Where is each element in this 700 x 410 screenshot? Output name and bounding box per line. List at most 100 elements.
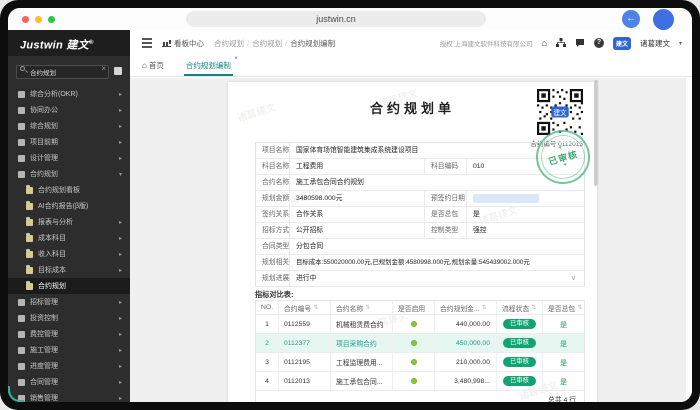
table-row[interactable]: 1 0112559 机械租赁费合约 440,000.00 已审核 是 [256, 315, 584, 334]
compare-table-caption: 指标对比表: [255, 290, 294, 299]
enabled-dot-icon [410, 378, 417, 384]
user-menu[interactable]: 诸葛建文 [640, 38, 670, 49]
table-footer-count: 总共 4 行 [548, 397, 576, 402]
enabled-dot-icon [410, 321, 417, 327]
sort-column[interactable]: 合约规划金... [434, 301, 496, 314]
contract-planning-sheet: 诸葛建文 诸葛建文 诸葛建文 诸葛建文 诸葛建文 诸葛建文 合约规划单 建文 合… [228, 82, 597, 402]
sidebar-search-input[interactable] [16, 65, 109, 79]
breadcrumb: 合约规划 / 合约规划 / 合约规划编制 [214, 38, 336, 48]
sidebar-item-okr-analysis[interactable]: 综合分析(OKR) [8, 86, 130, 102]
sidebar-item-collaboration[interactable]: 协同办公 [8, 102, 130, 118]
sort-column[interactable]: 合约名称 [330, 301, 392, 314]
contract-form: 项目名称 国家体育场馆智能建筑集成系统建设项目 科目名称 工程费用 科目编码 0… [255, 142, 585, 287]
content-area: 诸葛建文 诸葛建文 诸葛建文 诸葛建文 诸葛建文 诸葛建文 合约规划单 建文 合… [130, 78, 686, 402]
breadcrumb-current: 合约规划编制 [290, 38, 336, 48]
minimize-window-icon[interactable] [35, 15, 42, 23]
sidebar-item-cost-subjects[interactable]: 成本科目 [8, 230, 130, 246]
message-icon[interactable] [575, 38, 585, 48]
chevron-down-icon[interactable]: ∨ [571, 271, 576, 287]
address-bar[interactable]: justwin.cn [186, 11, 486, 27]
help-icon[interactable]: ? [593, 38, 604, 48]
close-tab-icon[interactable]: × [234, 56, 238, 62]
sidebar-item-ai-report[interactable]: AI合约报告(β版) [8, 198, 130, 214]
sidebar-item-planning-board[interactable]: 合约规划看板 [8, 182, 130, 198]
maximize-window-icon[interactable] [48, 15, 55, 23]
app-logo: Justwin 建文® [8, 30, 130, 56]
table-row[interactable]: 3 0112195 工程监理费用... 210,000.00 已审核 是 [256, 353, 584, 372]
chevron-down-icon[interactable]: ▾ [679, 40, 682, 47]
sidebar-item-design[interactable]: 设计管理 [8, 150, 130, 166]
expense-icon [18, 330, 25, 338]
hamburger-menu-icon[interactable] [142, 38, 152, 40]
form-row-amount: 规划金额 3480598.000元 预签约日期 [256, 191, 584, 207]
sidebar-item-project-early[interactable]: 项目前期 [8, 134, 130, 150]
folder-icon [26, 264, 33, 274]
project-icon [18, 138, 25, 146]
top-navigation-bar: 看板中心 合约规划 / 合约规划 / 合约规划编制 授权 上海建文软件科技有限公司 ⌂ … [130, 30, 692, 56]
qr-code: 建文 [537, 89, 583, 135]
form-row-contract-name: 合约名称 施工承包合同合约规划 [256, 175, 584, 191]
sidebar-item-bidding[interactable]: 招标管理 [8, 294, 130, 310]
enabled-dot-icon [410, 359, 417, 365]
svg-text:建文: 建文 [553, 108, 567, 117]
sidebar-item-contract-planning[interactable]: 合约规划 [8, 166, 130, 182]
sidebar-item-schedule[interactable]: 进度管理 [8, 358, 130, 374]
table-row[interactable]: 4 0112013 施工承包合同... 3,480,998... 已审核 是 [256, 372, 584, 391]
home-icon: ⌂ [142, 61, 147, 70]
compare-table: NO. 合约编号 合约名称 是否启用 合约规划金... 流程状态 是否总包 1 … [255, 300, 585, 402]
sidebar-item-target-cost[interactable]: 目标成本 [8, 262, 130, 278]
sidebar-item-general-planning[interactable]: 综合规划 [8, 118, 130, 134]
dashboard-link[interactable]: 看板中心 [174, 38, 204, 49]
sidebar-item-construction[interactable]: 施工管理 [8, 342, 130, 358]
folder-icon [26, 232, 33, 242]
sidebar-item-investment[interactable]: 投资控制 [8, 310, 130, 326]
planning-icon [18, 122, 25, 130]
status-badge: 已审核 [503, 356, 536, 368]
contract-icon [18, 170, 25, 178]
page-scrollbar[interactable] [594, 80, 598, 186]
sidebar-item-expense[interactable]: 费控管理 [8, 326, 130, 342]
tenant-badge: 建文 [612, 36, 631, 50]
authorization-label: 授权 上海建文软件科技有限公司 [439, 41, 533, 48]
sidebar-collapse-icon[interactable] [114, 67, 122, 75]
folder-icon [26, 248, 33, 258]
folder-icon [26, 216, 33, 226]
sidebar-item-reports-analysis[interactable]: 报表与分析 [8, 214, 130, 230]
progress-select[interactable]: 进行中 [296, 275, 316, 282]
browser-titlebar: justwin.cn ← [8, 8, 692, 30]
form-row-contract-type: 合同类型 分包合同 [256, 239, 584, 255]
sort-column[interactable]: 合约编号 [278, 301, 330, 314]
status-badge: 已审核 [503, 337, 536, 349]
construction-icon [18, 346, 25, 354]
table-row-selected[interactable]: 2 0112377 项目采购合约 450,000.00 已审核 是 [256, 334, 584, 353]
sort-column[interactable]: 是否总包 [542, 301, 584, 314]
org-chart-icon[interactable] [555, 38, 566, 48]
folder-icon [26, 184, 33, 194]
window-scrollbar-track[interactable] [686, 78, 692, 402]
sidebar-item-income-subjects[interactable]: 收入科目 [8, 246, 130, 262]
close-window-icon[interactable] [22, 15, 29, 23]
traffic-lights[interactable] [22, 15, 55, 23]
enabled-dot-icon [410, 340, 417, 346]
home-icon[interactable]: ⌂ [542, 38, 547, 48]
analysis-icon [18, 90, 25, 98]
contract-mgmt-icon [18, 378, 25, 386]
form-row-subject: 科目名称 工程费用 科目编码 010 [256, 159, 584, 175]
tab-contract-planning-edit[interactable]: 合约规划编制 × [183, 56, 238, 76]
clear-search-icon[interactable]: × [101, 63, 106, 75]
sort-column[interactable]: 流程状态 [496, 301, 542, 314]
sidebar-item-sales[interactable]: 销售管理 [8, 390, 130, 402]
sidebar-item-contract-planning-active[interactable]: 合约规划 [8, 278, 130, 294]
tab-home[interactable]: ⌂ 首页 [142, 60, 164, 76]
back-button[interactable]: ← [622, 10, 640, 28]
sidebar-menu: 综合分析(OKR) 协同办公 综合规划 项目前期 设计管理 合约规划 合约规划看… [8, 86, 130, 402]
tab-bar: ⌂ 首页 合约规划编制 × [130, 56, 692, 77]
presign-date-field[interactable] [473, 193, 539, 203]
breadcrumb-item[interactable]: 合约规划 [252, 39, 282, 48]
compare-table-header: NO. 合约编号 合约名称 是否启用 合约规划金... 流程状态 是否总包 [256, 301, 584, 315]
account-button[interactable] [653, 9, 674, 30]
sidebar-item-contract-mgmt[interactable]: 合同管理 [8, 374, 130, 390]
dashboard-icon [162, 39, 171, 47]
breadcrumb-item[interactable]: 合约规划 [214, 39, 244, 48]
folder-icon [26, 200, 33, 210]
